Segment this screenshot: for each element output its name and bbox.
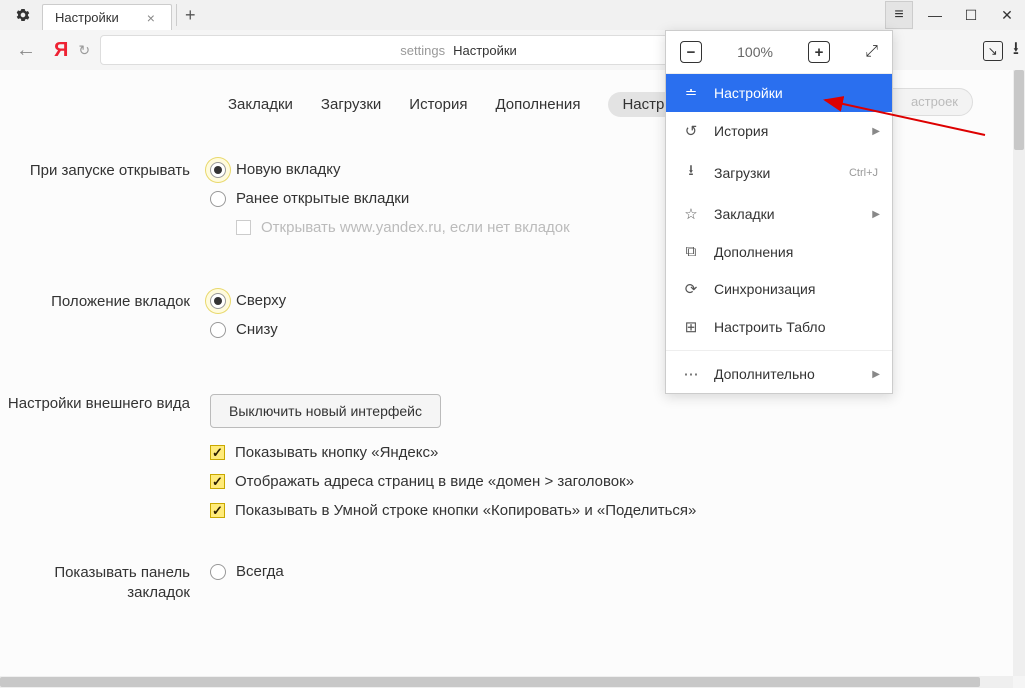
star-icon: ☆: [682, 205, 700, 223]
yandex-logo[interactable]: Я: [54, 39, 68, 62]
section-appearance: Настройки внешнего вида Выключить новый …: [0, 394, 1013, 531]
tableau-icon: ⊞: [682, 318, 700, 336]
address-prefix: settings: [400, 43, 445, 58]
chevron-right-icon: ▶: [872, 209, 880, 220]
sync-icon: ⟳: [682, 280, 700, 298]
disable-new-ui-button[interactable]: Выключить новый интерфейс: [210, 394, 441, 428]
downloads-icon[interactable]: ⭳: [1013, 36, 1019, 66]
address-title: Настройки: [453, 43, 517, 58]
tab-title: Настройки: [55, 10, 119, 25]
back-button[interactable]: ←: [16, 39, 36, 62]
more-icon: ⋯: [682, 365, 700, 383]
extension-icon[interactable]: ↘: [983, 41, 1003, 61]
tab-separator: [176, 4, 177, 26]
nav-history[interactable]: История: [409, 96, 467, 113]
checkbox-icon: [210, 503, 225, 518]
radio-icon: [210, 191, 226, 207]
radio-icon: [210, 564, 226, 580]
chevron-right-icon: ▶: [872, 126, 880, 137]
chevron-right-icon: ▶: [872, 369, 880, 380]
horizontal-scrollbar[interactable]: [0, 676, 1013, 688]
bookmarks-bar-label: Показывать панель закладок: [0, 563, 210, 603]
menu-addons[interactable]: ⧉ Дополнения: [666, 233, 892, 270]
appearance-label: Настройки внешнего вида: [0, 394, 210, 531]
menu-downloads[interactable]: ⭳ Загрузки Ctrl+J: [666, 150, 892, 195]
check-smart-line-buttons[interactable]: Показывать в Умной строке кнопки «Копиро…: [210, 502, 1013, 519]
radio-icon: [210, 293, 226, 309]
browser-tab[interactable]: Настройки ×: [42, 4, 172, 30]
main-menu-popup: − 100% + ⤢ ≐ Настройки ↺ История ▶ ⭳ Заг…: [665, 30, 893, 394]
section-bookmarks-bar: Показывать панель закладок Всегда: [0, 563, 1013, 603]
menu-tableau[interactable]: ⊞ Настроить Табло: [666, 308, 892, 346]
check-domain-title[interactable]: Отображать адреса страниц в виде «домен …: [210, 473, 1013, 490]
checkbox-icon: [236, 220, 251, 235]
menu-bookmarks[interactable]: ☆ Закладки ▶: [666, 195, 892, 233]
new-tab-button[interactable]: +: [185, 5, 196, 26]
close-tab-icon[interactable]: ×: [147, 10, 155, 26]
addons-icon: ⧉: [682, 243, 700, 260]
fullscreen-button[interactable]: ⤢: [865, 43, 878, 61]
menu-zoom-row: − 100% + ⤢: [666, 31, 892, 74]
radio-bookmarks-always[interactable]: Всегда: [210, 563, 1013, 580]
shortcut-label: Ctrl+J: [849, 167, 878, 179]
menu-settings[interactable]: ≐ Настройки: [666, 74, 892, 112]
checkbox-icon: [210, 474, 225, 489]
reload-button[interactable]: ↻: [78, 42, 90, 59]
tab-position-label: Положение вкладок: [0, 292, 210, 350]
close-window-button[interactable]: ✕: [993, 1, 1021, 29]
startup-label: При запуске открывать: [0, 161, 210, 248]
check-open-yandex: Открывать www.yandex.ru, если нет вкладо…: [236, 219, 1013, 236]
menu-history[interactable]: ↺ История ▶: [666, 112, 892, 150]
nav-downloads[interactable]: Загрузки: [321, 96, 381, 113]
check-show-yandex-button[interactable]: Показывать кнопку «Яндекс»: [210, 444, 1013, 461]
zoom-level: 100%: [737, 44, 773, 60]
menu-more[interactable]: ⋯ Дополнительно ▶: [666, 355, 892, 393]
zoom-in-button[interactable]: +: [808, 41, 830, 63]
menu-separator: [666, 350, 892, 351]
download-icon: ⭳: [682, 160, 700, 185]
gear-icon[interactable]: [14, 6, 32, 24]
maximize-button[interactable]: ☐: [957, 1, 985, 29]
menu-sync[interactable]: ⟳ Синхронизация: [666, 270, 892, 308]
minimize-button[interactable]: —: [921, 1, 949, 29]
nav-bookmarks[interactable]: Закладки: [228, 96, 293, 113]
nav-addons[interactable]: Дополнения: [495, 96, 580, 113]
radio-icon: [210, 162, 226, 178]
radio-icon: [210, 322, 226, 338]
history-icon: ↺: [682, 122, 700, 140]
vertical-scrollbar[interactable]: [1013, 70, 1025, 676]
sliders-icon: ≐: [682, 84, 700, 102]
zoom-out-button[interactable]: −: [680, 41, 702, 63]
checkbox-icon: [210, 445, 225, 460]
main-menu-button[interactable]: ≡: [885, 1, 913, 29]
tab-bar: Настройки × + ≡ — ☐ ✕: [0, 0, 1025, 30]
